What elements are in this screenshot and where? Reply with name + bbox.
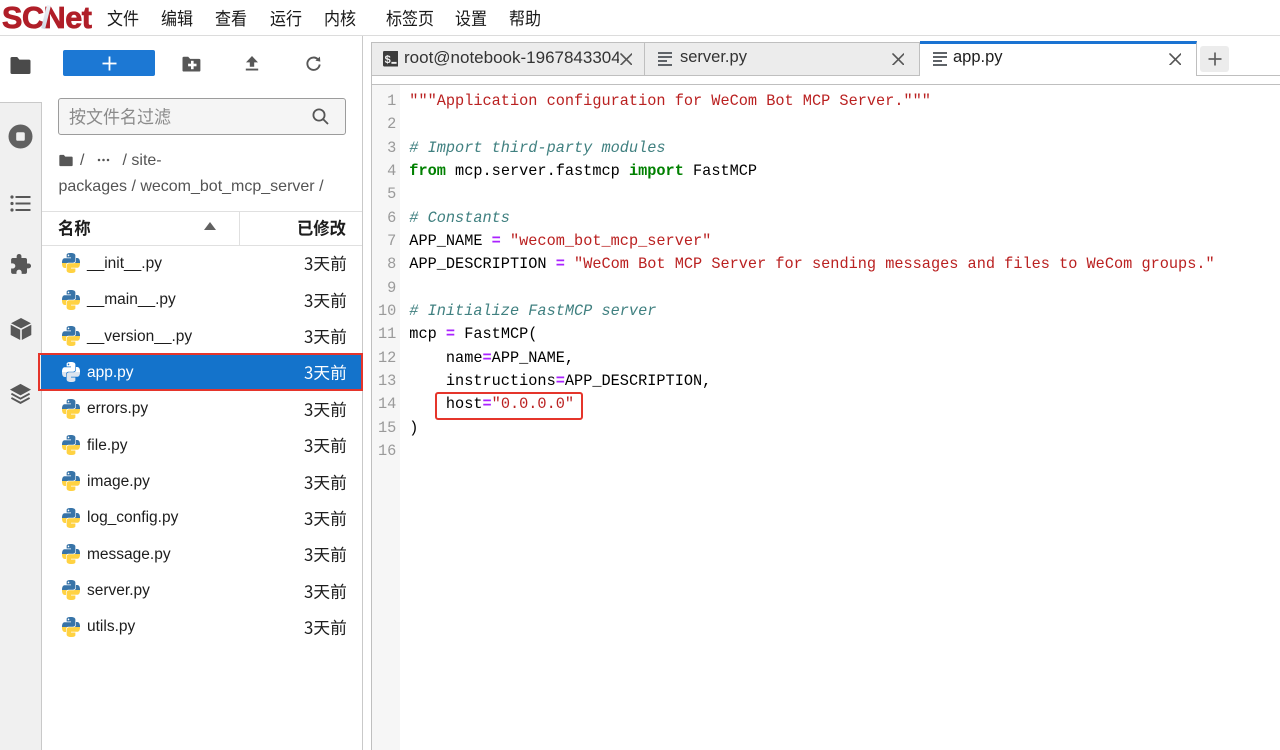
svg-text:$: $ [384, 54, 390, 66]
